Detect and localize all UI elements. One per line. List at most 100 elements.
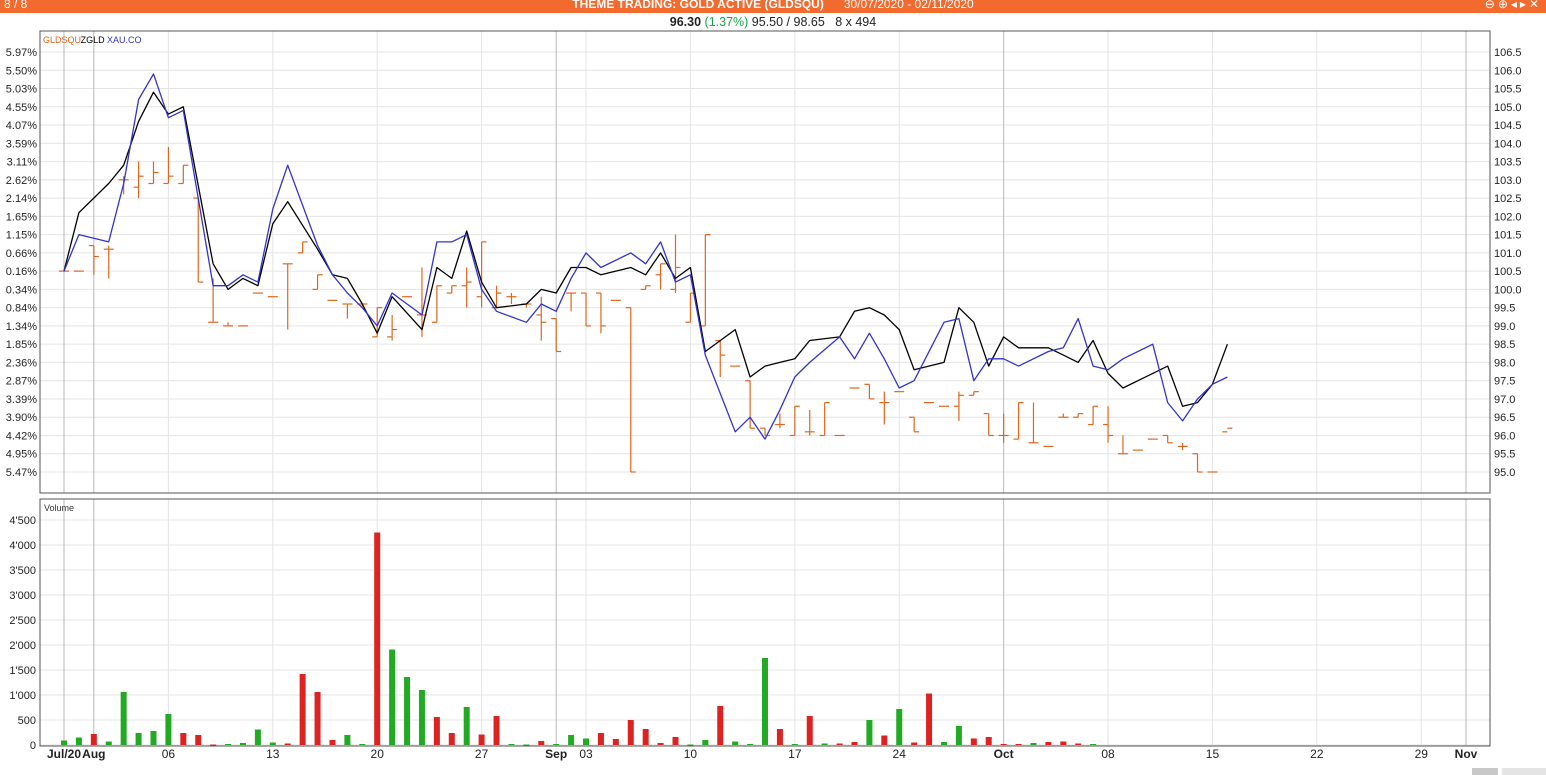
scrollbar-track[interactable] <box>1502 768 1546 775</box>
volume-bar <box>612 739 619 745</box>
volume-bar <box>1030 743 1037 745</box>
left-tick-label: 0.16% <box>6 266 37 278</box>
left-tick-label: 5.50% <box>6 65 37 77</box>
legend-entry: GLDSQU <box>43 35 81 45</box>
volume-bar <box>597 733 604 745</box>
left-tick-label: 3.11% <box>7 157 38 169</box>
x-tick-label: 08 <box>1101 747 1115 761</box>
volume-bar <box>359 744 366 745</box>
scrollbar-thumb[interactable] <box>1472 768 1498 775</box>
volume-bar <box>61 740 67 745</box>
left-tick-label: 1.85% <box>6 339 37 351</box>
volume-bar <box>1045 742 1052 745</box>
volume-bar <box>851 742 858 745</box>
left-tick-label: 4.07% <box>6 120 37 132</box>
volume-bar <box>523 744 530 746</box>
x-tick-label: 24 <box>893 747 907 761</box>
right-tick-label: 99.5 <box>1494 303 1515 315</box>
gldsqu-ohlc-bars <box>59 146 1233 473</box>
volume-bar <box>776 729 783 745</box>
volume-bar <box>105 741 112 745</box>
left-tick-label: 0.34% <box>6 284 37 296</box>
volume-bar <box>418 690 425 745</box>
volume-bar <box>344 735 351 745</box>
volume-tick-label: 0 <box>30 740 36 752</box>
right-tick-label: 95.0 <box>1494 467 1515 479</box>
left-tick-label: 3.59% <box>6 138 37 150</box>
volume-tick-label: 2'000 <box>9 640 36 652</box>
volume-title: Volume <box>44 503 74 513</box>
x-tick-label: 06 <box>162 747 176 761</box>
right-tick-label: 105.5 <box>1494 84 1522 96</box>
x-tick-label: Sep <box>545 747 567 761</box>
right-tick-label: 104.0 <box>1494 138 1522 150</box>
left-tick-label: 5.03% <box>6 84 37 96</box>
volume-bar <box>732 741 739 745</box>
volume-bar <box>821 743 828 745</box>
x-tick-label: 29 <box>1415 747 1429 761</box>
volume-tick-label: 3'500 <box>9 565 36 577</box>
left-tick-label: 4.42% <box>6 430 37 442</box>
right-tick-label: 104.5 <box>1494 120 1522 132</box>
volume-tick-label: 4'000 <box>9 540 36 552</box>
volume-bar <box>150 731 157 745</box>
right-axis-ticks: 106.5 106.0 105.5 105.0 104.5 104.0 103.5 103.0… <box>1494 47 1522 479</box>
volume-axis-ticks: 4'500 4'000 3'500 3'000 2'500 2'000 1'500 1'000… <box>9 515 36 752</box>
volume-bar <box>1060 741 1067 745</box>
volume-bar <box>687 744 694 746</box>
volume-bar <box>210 744 217 746</box>
left-tick-label: 5.97% <box>6 47 37 59</box>
right-tick-label: 97.5 <box>1494 376 1515 388</box>
volume-bar <box>284 743 291 745</box>
left-tick-label: 4.95% <box>6 449 37 461</box>
x-tick-label: 20 <box>371 747 385 761</box>
volume-bar <box>463 707 470 745</box>
left-tick-label: 1.15% <box>6 230 37 242</box>
volume-bar <box>881 735 888 745</box>
volume-bar <box>627 720 634 745</box>
legend: GLDSQU ZGLD XAU.CO <box>43 35 142 45</box>
legend-entry: ZGLD <box>81 35 106 45</box>
x-tick-label: 10 <box>684 747 698 761</box>
x-axis-labels: Jul/20 Aug 06 13 20 27 Sep 03 10 17 24 Oct 08 15 22 29 N… <box>47 747 1478 761</box>
volume-bar <box>404 677 411 745</box>
volume-bar <box>478 734 485 745</box>
legend-entry: XAU.CO <box>107 35 142 45</box>
volume-bar <box>1075 743 1082 745</box>
left-tick-label: 2.36% <box>6 357 37 369</box>
volume-bar <box>806 716 813 745</box>
volume-bar <box>165 714 172 745</box>
x-tick-label: 15 <box>1206 747 1220 761</box>
right-tick-label: 95.5 <box>1494 449 1515 461</box>
x-tick-label: Aug <box>82 747 105 761</box>
volume-tick-label: 500 <box>18 715 36 727</box>
right-tick-label: 101.0 <box>1494 248 1522 260</box>
volume-bar <box>120 692 127 745</box>
series-line-xau-co <box>63 73 1228 440</box>
left-tick-label: 0.84% <box>6 303 37 315</box>
right-tick-label: 98.5 <box>1494 339 1515 351</box>
volume-bar <box>747 744 754 745</box>
right-tick-label: 99.0 <box>1494 321 1515 333</box>
left-tick-label: 3.90% <box>6 412 37 424</box>
price-gridlines <box>40 31 1490 493</box>
left-tick-label: 2.62% <box>6 175 37 187</box>
volume-bar <box>135 733 142 745</box>
right-tick-label: 103.5 <box>1494 157 1522 169</box>
volume-bar <box>239 743 246 745</box>
x-tick-label: 13 <box>266 747 280 761</box>
volume-bar <box>90 734 97 745</box>
left-tick-label: 2.14% <box>6 193 37 205</box>
volume-bar <box>896 709 903 745</box>
volume-bars <box>61 532 1097 746</box>
left-tick-label: 0.66% <box>6 248 37 260</box>
volume-bar <box>642 729 649 745</box>
volume-bar <box>1000 744 1007 745</box>
left-tick-label: 2.87% <box>6 376 37 388</box>
volume-bar <box>538 741 545 745</box>
volume-tick-label: 4'500 <box>9 515 36 527</box>
right-tick-label: 97.0 <box>1494 394 1515 406</box>
x-tick-label: Jul/20 <box>47 747 81 761</box>
right-tick-label: 100.0 <box>1494 284 1522 296</box>
x-tick-label: 03 <box>579 747 593 761</box>
